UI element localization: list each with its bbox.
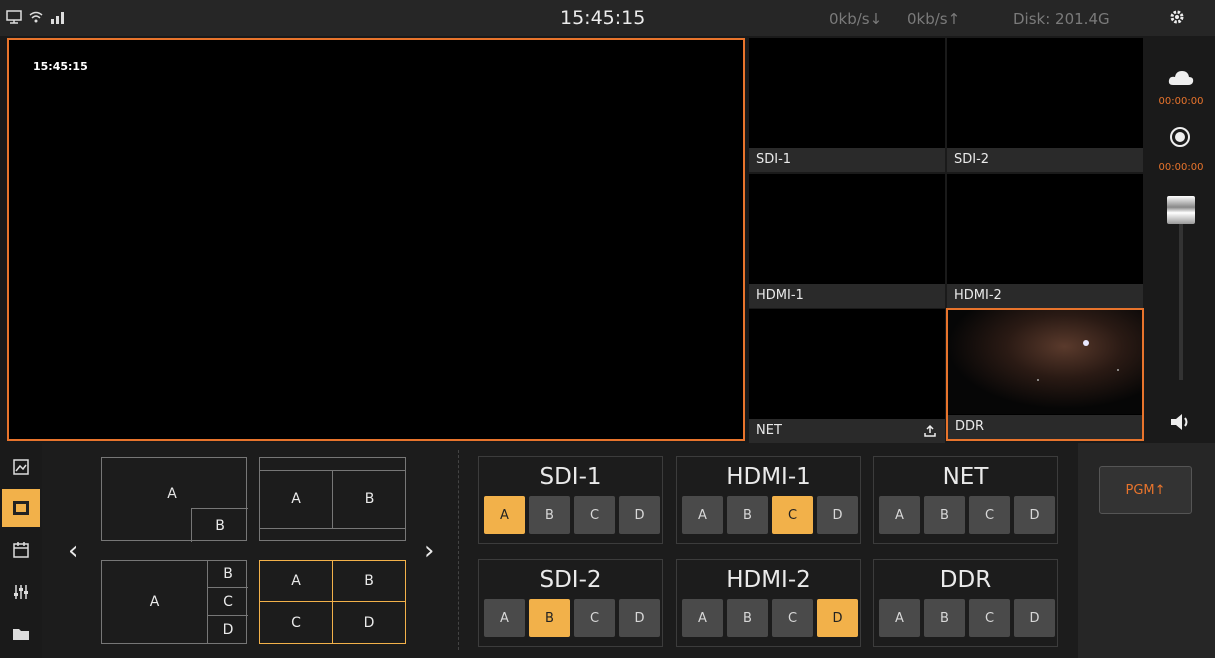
pgm-button[interactable]: PGM↑ — [1099, 466, 1192, 514]
layout-pip[interactable]: A B — [101, 457, 248, 542]
wifi-icon — [28, 9, 44, 29]
group-title: SDI-2 — [539, 567, 602, 593]
pip-icon[interactable] — [2, 489, 40, 527]
group-ddr: DDR A B C D — [873, 559, 1058, 647]
preview-timestamp: 15:45:15 — [33, 60, 88, 73]
group-hdmi-1: HDMI-1 A B C D — [676, 456, 861, 544]
slot-a-button[interactable]: A — [484, 599, 525, 637]
layout-cell-b: B — [333, 561, 405, 602]
layout-next-arrow[interactable]: › — [424, 536, 434, 566]
folder-icon[interactable] — [2, 615, 40, 653]
source-label: HDMI-1 — [749, 284, 945, 308]
group-title: DDR — [939, 567, 992, 593]
upload-rate: 0kb/s↑ — [907, 10, 961, 28]
slot-c-button[interactable]: C — [772, 496, 813, 534]
source-net[interactable]: NET — [749, 309, 945, 443]
layout-cell-c: C — [260, 602, 333, 643]
slot-c-button[interactable]: C — [969, 496, 1010, 534]
layout-side-by-side[interactable]: A B — [259, 457, 406, 541]
stream-timer: 00:00:00 — [1158, 96, 1204, 107]
ddr-thumbnail — [948, 310, 1142, 414]
status-clock: 15:45:15 — [560, 7, 646, 29]
volume-fader-handle[interactable] — [1167, 196, 1195, 224]
group-sdi-2: SDI-2 A B C D — [478, 559, 663, 647]
source-sdi-1[interactable]: SDI-1 — [749, 38, 945, 172]
slot-c-button[interactable]: C — [574, 599, 615, 637]
signal-icon — [50, 9, 68, 29]
group-sdi-1: SDI-1 A B C D — [478, 456, 663, 544]
slot-b-button[interactable]: B — [924, 599, 965, 637]
source-label: SDI-1 — [749, 148, 945, 172]
source-hdmi-1[interactable]: HDMI-1 — [749, 174, 945, 308]
slot-c-button[interactable]: C — [574, 496, 615, 534]
speaker-icon[interactable] — [1169, 412, 1193, 436]
layout-cell-main: A — [102, 561, 208, 643]
slot-b-button[interactable]: B — [924, 496, 965, 534]
slot-d-button[interactable]: D — [817, 496, 858, 534]
calendar-icon[interactable] — [2, 531, 40, 569]
program-preview[interactable]: 15:45:15 — [7, 38, 745, 441]
source-label-text: NET — [756, 423, 782, 438]
group-net: NET A B C D — [873, 456, 1058, 544]
layout-cell-right: B — [364, 491, 375, 507]
section-divider — [458, 450, 459, 650]
disk-space: Disk: 201.4G — [1013, 10, 1110, 28]
slot-c-button[interactable]: C — [772, 599, 813, 637]
layout-cell-b: B — [208, 561, 248, 588]
slot-c-button[interactable]: C — [969, 599, 1010, 637]
slot-a-button[interactable]: A — [682, 496, 723, 534]
layout-prev-arrow[interactable]: ‹ — [68, 536, 78, 566]
source-hdmi-2[interactable]: HDMI-2 — [947, 174, 1143, 308]
layout-cell-c: C — [208, 588, 248, 616]
slot-b-button[interactable]: B — [727, 599, 768, 637]
layout-cell-left: A — [260, 470, 333, 528]
download-rate: 0kb/s↓ — [829, 10, 883, 28]
slot-b-button[interactable]: B — [529, 599, 570, 637]
source-label: DDR — [948, 415, 1142, 439]
group-title: HDMI-2 — [726, 567, 811, 593]
layout-cell-inset: B — [191, 508, 248, 542]
sidebar — [0, 443, 42, 658]
volume-track[interactable] — [1179, 210, 1183, 380]
group-title: SDI-1 — [539, 464, 602, 490]
group-title: HDMI-1 — [726, 464, 811, 490]
source-sdi-2[interactable]: SDI-2 — [947, 38, 1143, 172]
group-title: NET — [942, 464, 989, 490]
group-hdmi-2: HDMI-2 A B C D — [676, 559, 861, 647]
layout-quad[interactable]: A B C D — [259, 560, 406, 644]
mixer-icon[interactable] — [2, 573, 40, 611]
slot-a-button[interactable]: A — [879, 599, 920, 637]
slot-b-button[interactable]: B — [727, 496, 768, 534]
monitor-icon — [6, 9, 22, 29]
source-label: HDMI-2 — [947, 284, 1143, 308]
slot-d-button[interactable]: D — [817, 599, 858, 637]
slot-d-button[interactable]: D — [619, 496, 660, 534]
layout-one-plus-three[interactable]: A B C D — [101, 560, 248, 644]
record-icon[interactable] — [1169, 126, 1191, 152]
layout-cell-a: A — [260, 561, 333, 602]
slot-d-button[interactable]: D — [619, 599, 660, 637]
upload-icon[interactable] — [923, 419, 937, 443]
gear-icon[interactable] — [1168, 8, 1186, 30]
status-bar: 15:45:15 0kb/s↓ 0kb/s↑ Disk: 201.4G — [0, 0, 1215, 36]
status-icons — [6, 9, 68, 29]
source-label: SDI-2 — [947, 148, 1143, 172]
slot-d-button[interactable]: D — [1014, 599, 1055, 637]
right-rail: 00:00:00 00:00:00 — [1147, 38, 1215, 441]
cloud-stream-icon[interactable] — [1167, 68, 1195, 92]
layout-cell-d: D — [363, 614, 375, 631]
record-timer: 00:00:00 — [1158, 162, 1204, 173]
slot-b-button[interactable]: B — [529, 496, 570, 534]
source-ddr[interactable]: DDR — [946, 308, 1144, 441]
layout-divider — [260, 528, 405, 529]
slot-d-button[interactable]: D — [1014, 496, 1055, 534]
source-label: NET — [749, 419, 945, 443]
slot-a-button[interactable]: A — [879, 496, 920, 534]
slot-a-button[interactable]: A — [682, 599, 723, 637]
slot-a-button[interactable]: A — [484, 496, 525, 534]
image-icon[interactable] — [2, 448, 40, 486]
layout-cell-d: D — [222, 621, 234, 638]
